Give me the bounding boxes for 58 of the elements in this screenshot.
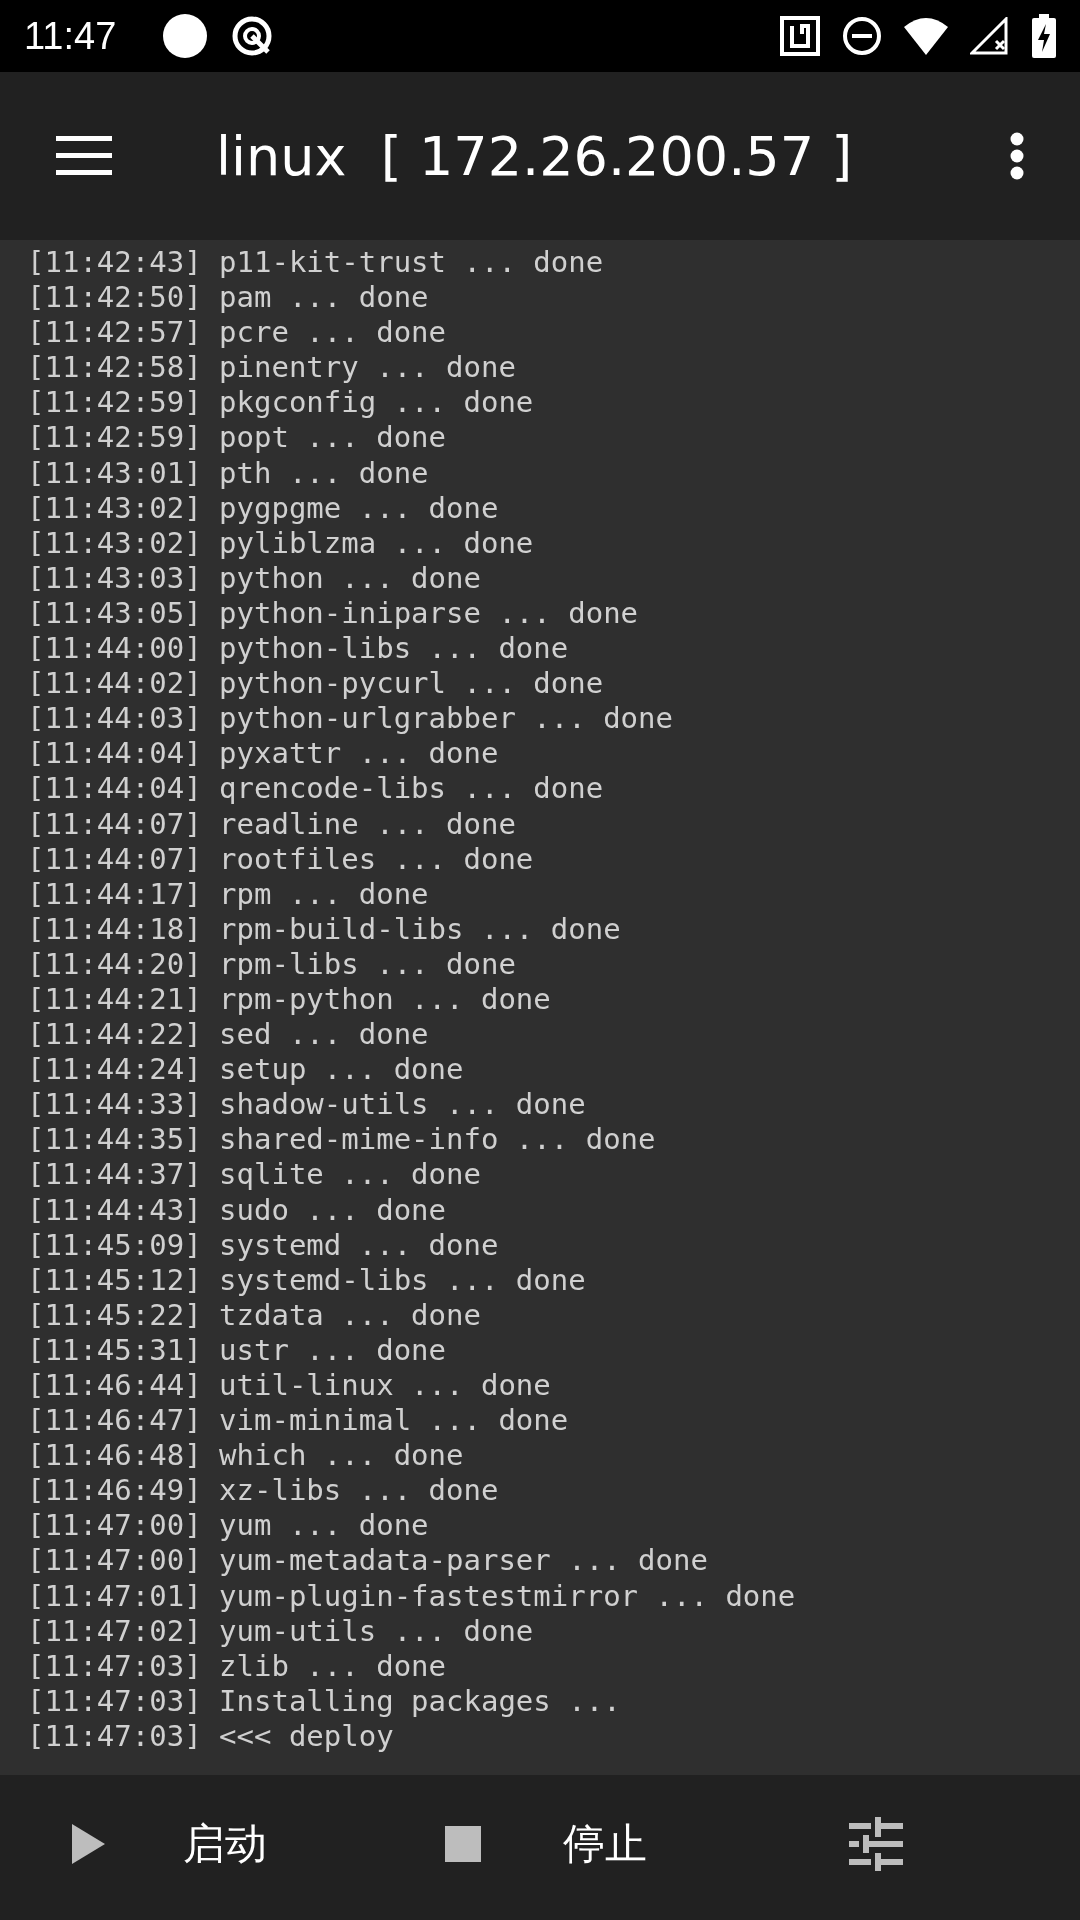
- log-line: [11:43:01] pth ... done: [27, 455, 429, 491]
- log-line: [11:44:02] python-pycurl ... done: [27, 666, 604, 702]
- start-button[interactable]: 启动: [183, 1815, 267, 1872]
- log-line: [11:44:03] python-urlgrabber ... done: [27, 701, 673, 737]
- log-line: [11:47:02] yum-utils ... done: [27, 1613, 534, 1649]
- menu-icon[interactable]: [56, 136, 112, 176]
- log-line: [11:46:47] vim-minimal ... done: [27, 1403, 569, 1439]
- notification-dot-icon: [162, 13, 209, 59]
- log-line: [11:44:24] setup ... done: [27, 1052, 464, 1088]
- log-line: [11:45:22] tzdata ... done: [27, 1297, 481, 1333]
- stop-button[interactable]: 停止: [563, 1815, 647, 1872]
- log-line: [11:46:48] which ... done: [27, 1438, 464, 1474]
- battery-charging-icon: [1032, 14, 1056, 58]
- log-line: [11:46:44] util-linux ... done: [27, 1368, 551, 1404]
- log-line: [11:45:09] systemd ... done: [27, 1227, 499, 1263]
- log-line: [11:47:03] <<< deploy: [27, 1718, 394, 1755]
- log-line: [11:44:22] sed ... done: [27, 1017, 429, 1053]
- log-line: [11:44:07] readline ... done: [27, 806, 516, 842]
- log-line: [11:47:00] yum ... done: [27, 1508, 429, 1544]
- log-line: [11:44:43] sudo ... done: [27, 1192, 447, 1228]
- tune-icon[interactable]: [849, 1816, 903, 1871]
- log-line: [11:42:59] pkgconfig ... done: [27, 385, 534, 421]
- log-line: [11:43:05] python-iniparse ... done: [27, 595, 639, 632]
- log-line: [11:47:01] yum-plugin-fastestmirror ... done: [27, 1578, 796, 1614]
- log-line: [11:42:43] p11-kit-trust ... done: [27, 245, 604, 281]
- log-line: [11:47:00] yum-metadata-parser ... done: [27, 1543, 708, 1579]
- log-line: [11:44:33] shadow-utils ... done: [27, 1087, 586, 1123]
- log-line: [11:44:04] qrencode-libs ... done: [27, 771, 604, 807]
- log-line: [11:47:03] zlib ... done: [27, 1648, 447, 1684]
- log-line: [11:42:58] pinentry ... done: [27, 350, 516, 386]
- stop-icon[interactable]: [445, 1825, 481, 1862]
- no-signal-icon: [970, 17, 1010, 55]
- log-line: [11:44:04] pyxattr ... done: [27, 736, 499, 772]
- log-line: [11:43:02] pyliblzma ... done: [27, 525, 534, 561]
- log-line: [11:47:03] Installing packages ...: [27, 1683, 621, 1719]
- nfc-icon: [780, 16, 820, 56]
- log-line: [11:43:02] pygpgme ... done: [27, 490, 499, 526]
- window-title: linux [ 172.26.200.57 ]: [216, 124, 854, 188]
- clock: 11:47: [24, 14, 117, 58]
- log-line: [11:44:18] rpm-build-libs ... done: [27, 911, 621, 947]
- log-line: [11:44:00] python-libs ... done: [27, 631, 569, 667]
- play-icon[interactable]: [72, 1823, 105, 1864]
- log-line: [11:42:59] popt ... done: [27, 420, 447, 456]
- log-line: [11:45:12] systemd-libs ... done: [27, 1262, 586, 1298]
- log-line: [11:42:57] pcre ... done: [27, 315, 447, 351]
- log-line: [11:45:31] ustr ... done: [27, 1332, 447, 1368]
- log-line: [11:44:20] rpm-libs ... done: [27, 946, 516, 982]
- log-line: [11:43:03] python ... done: [27, 560, 481, 596]
- log-line: [11:44:37] sqlite ... done: [27, 1157, 481, 1193]
- log-line: [11:44:21] rpm-python ... done: [27, 981, 551, 1018]
- log-line: [11:46:49] xz-libs ... done: [27, 1473, 499, 1509]
- more-options-icon[interactable]: [1010, 132, 1024, 180]
- log-line: [11:42:50] pam ... done: [27, 280, 429, 316]
- log-line: [11:44:35] shared-mime-info ... done: [27, 1122, 656, 1158]
- log-line: [11:44:07] rootfiles ... done: [27, 841, 534, 877]
- log-line: [11:44:17] rpm ... done: [27, 876, 429, 912]
- do-not-disturb-icon: [842, 16, 882, 56]
- wifi-icon: [904, 17, 948, 55]
